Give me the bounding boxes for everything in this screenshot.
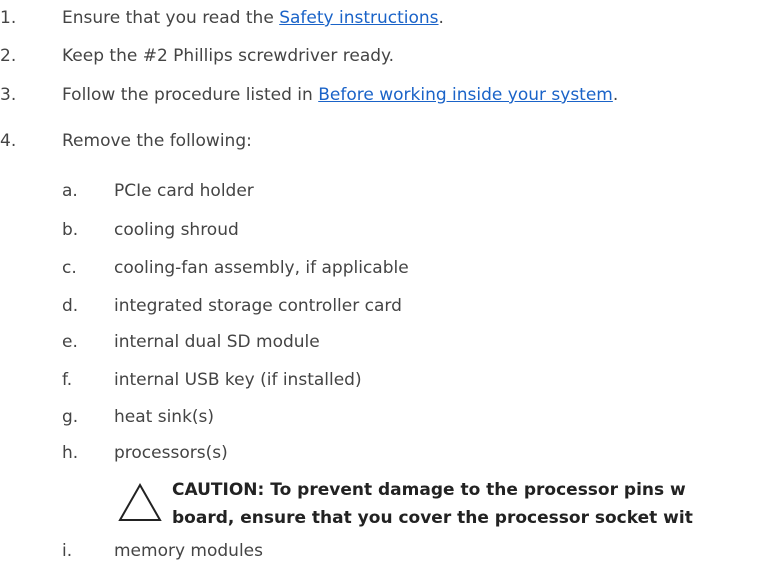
substep-letter: a. [62, 181, 78, 201]
step-text: Keep the #2 Phillips screwdriver ready. [62, 46, 395, 66]
substep-text: processors(s) [114, 443, 228, 463]
step-number: 2. [0, 46, 17, 66]
caution-note: CAUTION: To prevent damage to the proces… [114, 476, 778, 532]
substep-text: PCIe card holder [114, 181, 254, 201]
substep-text: internal dual SD module [114, 332, 320, 352]
substep-letter: h. [62, 443, 79, 463]
substep-letter: g. [62, 407, 79, 427]
substep-text: internal USB key (if installed) [114, 370, 362, 390]
substep-letter: b. [62, 220, 79, 240]
substep-letter: f. [62, 370, 73, 390]
substep-text: integrated storage controller card [114, 296, 402, 316]
substep-letter: e. [62, 332, 78, 352]
substep-letter: d. [62, 296, 79, 316]
before-working-inside-link[interactable]: Before working inside your system [318, 85, 613, 105]
caution-line-1: CAUTION: To prevent damage to the proces… [172, 480, 686, 500]
step-number: 4. [0, 131, 17, 151]
substep-letter: i. [62, 541, 73, 561]
step-text: Follow the procedure listed in [62, 85, 319, 105]
substep-text: heat sink(s) [114, 407, 215, 427]
step-text: Remove the following: [62, 131, 252, 151]
safety-instructions-link[interactable]: Safety instructions [279, 8, 438, 28]
step-number: 3. [0, 85, 17, 105]
step-text: Ensure that you read the [62, 8, 280, 28]
substep-text: cooling shroud [114, 220, 239, 240]
substep-text: cooling-fan assembly, if applicable [114, 258, 409, 278]
substep-text: memory modules [114, 541, 263, 561]
caution-line-2: board, ensure that you cover the process… [172, 508, 693, 528]
substep-letter: c. [62, 258, 77, 278]
step-number: 1. [0, 8, 17, 28]
caution-triangle-icon [118, 482, 162, 521]
